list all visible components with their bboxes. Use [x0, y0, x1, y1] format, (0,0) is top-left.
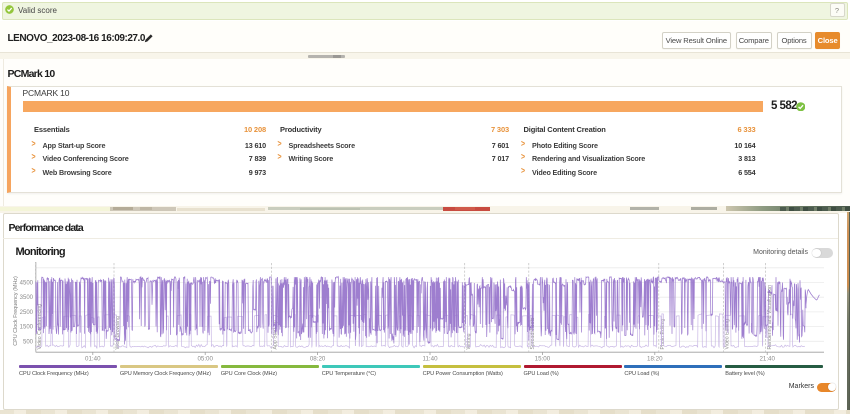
svg-text:11:40: 11:40 [422, 356, 438, 363]
svg-text:4500: 4500 [20, 281, 34, 287]
svg-text:08:20: 08:20 [310, 356, 326, 363]
svg-text:1500: 1500 [20, 325, 34, 331]
svg-text:15:00: 15:00 [535, 356, 551, 363]
svg-text:Writing: Writing [466, 333, 472, 349]
svg-text:01:40: 01:40 [85, 356, 101, 363]
svg-text:3500: 3500 [20, 295, 34, 301]
svg-text:2500: 2500 [20, 310, 34, 316]
svg-text:21:40: 21:40 [759, 356, 775, 363]
svg-text:18:20: 18:20 [647, 356, 663, 363]
svg-text:05:00: 05:00 [197, 356, 213, 363]
svg-text:500: 500 [23, 339, 34, 345]
svg-text:CPU Clock Frequency (MHz): CPU Clock Frequency (MHz) [13, 276, 19, 346]
